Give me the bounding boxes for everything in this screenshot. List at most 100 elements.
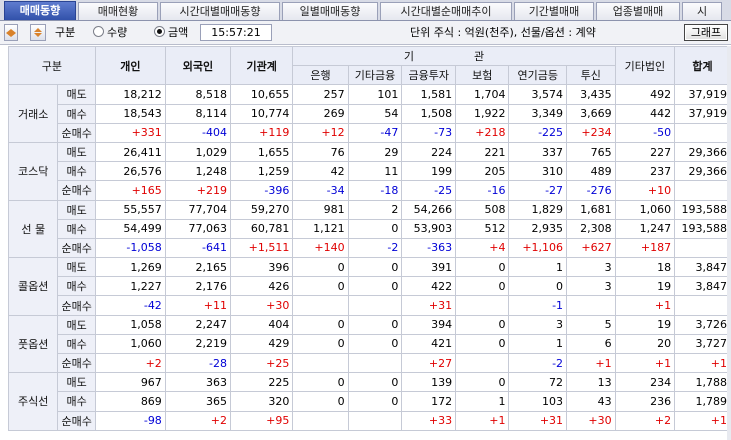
table-row: 순매수 +165 +219 -396 -34 -18 -25 -16 -27 -276 +10 bbox=[9, 180, 731, 201]
table-cell: 3 bbox=[566, 257, 616, 278]
table-cell: 172 bbox=[401, 391, 457, 412]
table-cell: 5 bbox=[566, 314, 616, 335]
table-cell: 29,366 bbox=[674, 161, 731, 182]
table-cell: 193,588 bbox=[674, 218, 731, 239]
table-cell: 54 bbox=[347, 103, 403, 124]
table-row: 순매수 -1,058 -641 +1,511 +140 -2 -363 +4 +1,106 +62… bbox=[9, 237, 731, 259]
table-cell: +11 bbox=[164, 295, 231, 316]
tab-0[interactable]: 매매동향 bbox=[4, 1, 76, 20]
table-cell: 0 bbox=[292, 372, 349, 393]
radio-selected-icon bbox=[154, 26, 165, 37]
table-cell: 3,726 bbox=[674, 314, 731, 335]
table-cell: 0 bbox=[347, 314, 403, 335]
table-cell: 310 bbox=[508, 161, 568, 182]
header-bank: 은행 bbox=[292, 65, 349, 86]
row-type-label: 매수 bbox=[57, 103, 96, 124]
market-label: 콜옵션 bbox=[7, 257, 59, 316]
header-total: 합계 bbox=[674, 45, 731, 86]
table-cell: +1 bbox=[674, 352, 731, 374]
table-cell: 0 bbox=[455, 333, 510, 355]
table-cell: 2,219 bbox=[164, 333, 231, 355]
table-cell: +10 bbox=[614, 180, 676, 201]
table-cell: +165 bbox=[94, 180, 166, 201]
table-cell: 422 bbox=[401, 276, 457, 297]
table-cell: 59,270 bbox=[229, 199, 294, 220]
header-other-corp: 기타법인 bbox=[614, 45, 676, 86]
table-cell: 43 bbox=[566, 391, 616, 412]
table-cell bbox=[292, 295, 349, 316]
table-cell: 77,704 bbox=[164, 199, 231, 220]
table-cell: 0 bbox=[455, 314, 510, 335]
row-type-label: 순매수 bbox=[57, 237, 96, 259]
row-type-label: 매수 bbox=[57, 391, 96, 412]
tab-1[interactable]: 매매현황 bbox=[78, 2, 158, 20]
table-cell: 0 bbox=[508, 276, 568, 297]
table-row: 매수 1,227 2,176 426 0 0 422 0 0 3 19 3,847 bbox=[9, 276, 731, 297]
investor-trading-table: 구분 개인 외국인 기관계 기관 기타법인 합계 은행 기타금융 금융투자 보험… bbox=[7, 45, 731, 431]
table-cell: -2 bbox=[508, 352, 568, 374]
table-cell: 3,435 bbox=[566, 84, 616, 105]
table-cell: 225 bbox=[229, 372, 294, 393]
table-cell: 1,788 bbox=[674, 372, 731, 393]
table-cell: 3 bbox=[566, 276, 616, 297]
table-cell: 269 bbox=[292, 103, 349, 124]
table-cell: 29,366 bbox=[674, 141, 731, 163]
radio-quantity[interactable]: 수량 bbox=[93, 24, 127, 41]
table-cell bbox=[455, 352, 510, 374]
table-cell: 3,349 bbox=[508, 103, 568, 124]
table-cell: 0 bbox=[347, 218, 403, 239]
graph-button[interactable]: 그래프 bbox=[684, 24, 728, 41]
table-cell: -27 bbox=[508, 180, 568, 201]
row-type-label: 매수 bbox=[57, 333, 96, 355]
table-cell: 1,829 bbox=[508, 199, 568, 220]
table-cell bbox=[292, 410, 349, 431]
scrollbar-edge[interactable] bbox=[727, 46, 731, 440]
toolbar: 구분 수량 금액 15:57:21 단위 주식 : 억원(천주), 선물/옵션 … bbox=[0, 21, 731, 45]
table-cell: -18 bbox=[347, 180, 403, 201]
table-cell: +30 bbox=[566, 410, 616, 431]
prev-next-arrows[interactable] bbox=[4, 24, 18, 41]
radio-amount[interactable]: 금액 bbox=[154, 24, 188, 41]
table-cell: 0 bbox=[455, 372, 510, 393]
table-cell: -396 bbox=[229, 180, 294, 201]
table-cell: +2 bbox=[94, 352, 166, 374]
row-type-label: 매수 bbox=[57, 276, 96, 297]
table-cell: 320 bbox=[229, 391, 294, 412]
up-down-arrows[interactable] bbox=[30, 24, 46, 41]
header-gubun: 구분 bbox=[8, 45, 96, 86]
table-cell: 1,058 bbox=[94, 314, 166, 335]
table-cell: 3,574 bbox=[508, 84, 568, 105]
table-cell: -47 bbox=[347, 122, 403, 143]
table-row: 풋옵션 매도 1,058 2,247 404 0 0 394 0 3 5 19 3,726 bbox=[7, 314, 731, 374]
table-cell: 8,114 bbox=[164, 103, 231, 124]
table-cell: +1,511 bbox=[229, 237, 294, 259]
table-row: 순매수 +331 -404 +119 +12 -47 -73 +218 -225 +234 -50 bbox=[9, 122, 731, 143]
table-cell: +2 bbox=[614, 410, 676, 431]
table-cell: 199 bbox=[401, 161, 457, 182]
table-row: 순매수 -42 +11 +30 +31 -1 +1 bbox=[9, 295, 731, 316]
table-cell: -1 bbox=[508, 295, 568, 316]
table-cell: 3,847 bbox=[674, 276, 731, 297]
tab-6[interactable]: 업종별매매 bbox=[596, 2, 680, 20]
tab-7[interactable]: 시 bbox=[682, 2, 722, 20]
table-cell: 0 bbox=[292, 276, 349, 297]
header-pension: 연기금등 bbox=[508, 65, 568, 86]
table-cell: 1,655 bbox=[229, 141, 294, 163]
tab-4[interactable]: 시간대별순매매추이 bbox=[380, 2, 512, 20]
row-type-label: 매도 bbox=[57, 257, 96, 278]
table-cell: 29 bbox=[347, 141, 403, 163]
table-cell: 2,935 bbox=[508, 218, 568, 239]
tab-3[interactable]: 일별매매동향 bbox=[282, 2, 378, 20]
table-cell: +4 bbox=[455, 237, 510, 259]
header-trust: 투신 bbox=[566, 65, 616, 86]
table-cell: 221 bbox=[455, 141, 510, 163]
tab-2[interactable]: 시간대별매매동향 bbox=[160, 2, 280, 20]
table-cell: +12 bbox=[292, 122, 349, 143]
row-type-label: 매도 bbox=[57, 84, 96, 105]
table-row: 매수 18,543 8,114 10,774 269 54 1,508 1,922 3,349 3… bbox=[9, 103, 731, 124]
header-foreign: 외국인 bbox=[164, 45, 231, 86]
table-cell: 18 bbox=[614, 257, 676, 278]
tab-5[interactable]: 기간별매매 bbox=[514, 2, 594, 20]
table-cell: 1,269 bbox=[94, 257, 166, 278]
table-cell: +187 bbox=[614, 237, 676, 259]
